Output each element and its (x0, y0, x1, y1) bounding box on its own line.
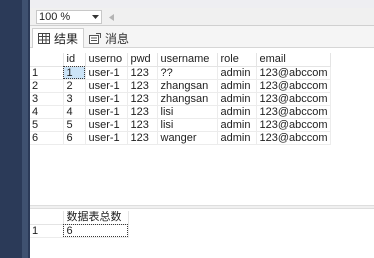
tab-results-label: 结果 (54, 32, 79, 46)
table-cell[interactable]: 123 (127, 66, 158, 80)
column-header[interactable]: 数据表总数 (63, 211, 129, 225)
table-cell[interactable]: lisi (157, 118, 218, 132)
scroll-left-icon[interactable] (106, 11, 116, 23)
column-header[interactable]: pwd (127, 53, 158, 67)
table-cell[interactable]: 6 (63, 131, 86, 145)
row-number[interactable]: 1 (30, 66, 64, 80)
table-cell[interactable]: 1 (63, 66, 86, 80)
row-number-header (30, 53, 64, 67)
table-cell[interactable]: user-1 (85, 66, 128, 80)
left-panel-edge (22, 0, 28, 258)
table-row[interactable]: 1 1 user-1 123 ?? admin 123@abccom (30, 66, 331, 80)
table-row[interactable]: 4 4 user-1 123 lisi admin 123@abccom (30, 105, 331, 119)
table-cell[interactable]: admin (217, 105, 257, 119)
table-cell[interactable]: 123@abccom (256, 79, 331, 93)
table-cell[interactable]: admin (217, 66, 257, 80)
table-cell[interactable]: lisi (157, 105, 218, 119)
table-cell[interactable]: 123 (127, 79, 158, 93)
row-number[interactable]: 1 (30, 224, 64, 238)
table-cell[interactable]: admin (217, 131, 257, 145)
table-cell[interactable]: 4 (63, 105, 86, 119)
table-cell[interactable]: 123@abccom (256, 118, 331, 132)
table-cell[interactable]: admin (217, 118, 257, 132)
table-cell[interactable]: 2 (63, 79, 86, 93)
zoom-toolbar: 100 % (30, 8, 374, 26)
count-header-row: 数据表总数 (30, 211, 129, 225)
count-results-grid: 数据表总数 1 6 (30, 209, 374, 258)
table-cell[interactable]: 5 (63, 118, 86, 132)
table-cell[interactable]: 3 (63, 92, 86, 106)
table-cell[interactable]: wanger (157, 131, 218, 145)
row-number[interactable]: 5 (30, 118, 64, 132)
table-row[interactable]: 2 2 user-1 123 zhangsan admin 123@abccom (30, 79, 331, 93)
table-cell[interactable]: 123@abccom (256, 131, 331, 145)
column-header[interactable]: role (217, 53, 257, 67)
top-strip (30, 0, 374, 8)
table-cell[interactable]: ?? (157, 66, 218, 80)
row-number[interactable]: 2 (30, 79, 64, 93)
table-cell[interactable]: zhangsan (157, 92, 218, 106)
table-cell[interactable]: zhangsan (157, 79, 218, 93)
table-row[interactable]: 1 6 (30, 224, 129, 238)
table-cell[interactable]: user-1 (85, 131, 128, 145)
results-grid: id userno pwd username role email 1 1 us… (30, 48, 374, 205)
table-cell[interactable]: 123@abccom (256, 92, 331, 106)
row-number[interactable]: 3 (30, 92, 64, 106)
results-header-row: id userno pwd username role email (30, 53, 331, 67)
horizontal-scrollbar[interactable] (118, 11, 368, 23)
table-cell[interactable]: 123@abccom (256, 105, 331, 119)
table-cell[interactable]: 123 (127, 105, 158, 119)
table-cell[interactable]: admin (217, 92, 257, 106)
tab-messages-label: 消息 (105, 31, 130, 46)
column-header[interactable]: username (157, 53, 218, 67)
tab-results[interactable]: 结果 (32, 28, 85, 48)
table-cell[interactable]: 123 (127, 118, 158, 132)
result-tabs: 结果 消息 (30, 26, 374, 48)
table-cell[interactable]: user-1 (85, 79, 128, 93)
table-cell[interactable]: user-1 (85, 118, 128, 132)
zoom-value: 100 % (39, 11, 71, 23)
table-cell[interactable]: 123 (127, 92, 158, 106)
table-cell[interactable]: user-1 (85, 105, 128, 119)
row-number[interactable]: 6 (30, 131, 64, 145)
table-row[interactable]: 3 3 user-1 123 zhangsan admin 123@abccom (30, 92, 331, 106)
table-cell[interactable]: admin (217, 79, 257, 93)
zoom-select[interactable]: 100 % (36, 10, 102, 24)
table-row[interactable]: 5 5 user-1 123 lisi admin 123@abccom (30, 118, 331, 132)
table-cell[interactable]: 123 (127, 131, 158, 145)
column-header[interactable]: userno (85, 53, 128, 67)
column-header[interactable]: id (63, 53, 86, 67)
grid-icon (38, 33, 50, 44)
table-cell[interactable]: 6 (63, 224, 129, 238)
row-number-header (30, 211, 64, 225)
table-row[interactable]: 6 6 user-1 123 wanger admin 123@abccom (30, 131, 331, 145)
table-cell[interactable]: user-1 (85, 92, 128, 106)
table-cell[interactable]: 123@abccom (256, 66, 331, 80)
column-header[interactable]: email (256, 53, 331, 67)
tab-messages[interactable]: 消息 (84, 28, 134, 48)
message-icon (89, 32, 101, 44)
chevron-down-icon[interactable] (89, 11, 101, 23)
left-side-panel (0, 0, 30, 258)
row-number[interactable]: 4 (30, 105, 64, 119)
